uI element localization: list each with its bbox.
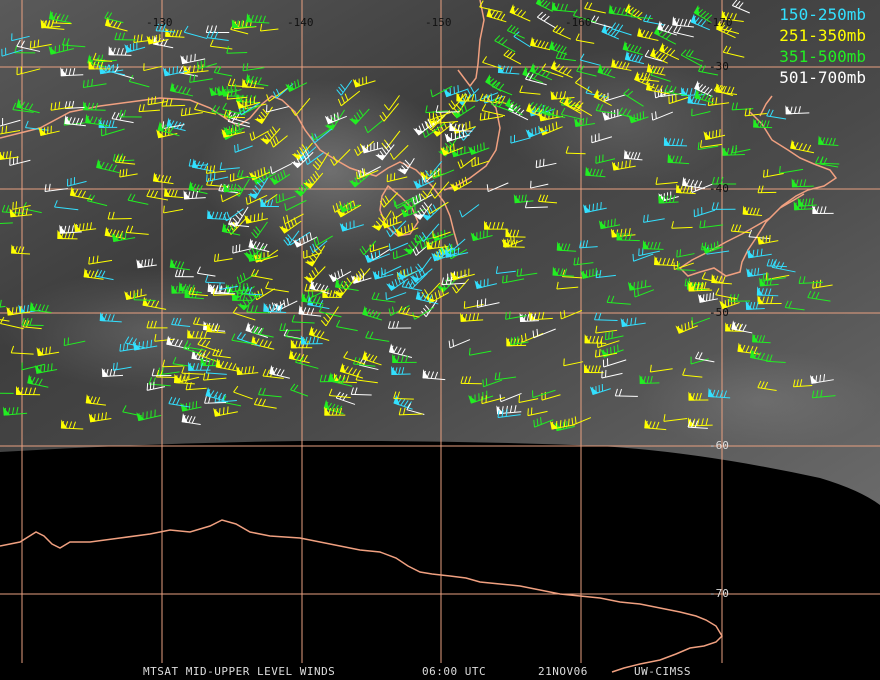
lon-label: -140: [287, 16, 314, 29]
footer-caption: MTSAT MID-UPPER LEVEL WINDS 06:00 UTC 21…: [0, 663, 880, 680]
product-time: 06:00 UTC: [422, 665, 487, 678]
lat-label: -70: [709, 587, 729, 600]
lat-label: -40: [709, 182, 729, 195]
satellite-wind-map: -130 -140 -150 -160 -170 -30 -40 -50 -60…: [0, 0, 880, 680]
lon-label: -160: [565, 16, 592, 29]
lat-label: -60: [709, 439, 729, 452]
pressure-legend: 150-250mb 251-350mb 351-500mb 501-700mb: [779, 4, 866, 88]
coastline-antarctica: [0, 519, 723, 673]
legend-item-351-500: 351-500mb: [779, 47, 866, 66]
product-name: MTSAT MID-UPPER LEVEL WINDS: [143, 665, 336, 678]
lon-label: -150: [425, 16, 452, 29]
legend-item-501-700: 501-700mb: [779, 68, 866, 87]
lat-label: -30: [709, 60, 729, 73]
legend-item-150-250: 150-250mb: [779, 5, 866, 24]
lon-label: -130: [146, 16, 173, 29]
product-date: 21NOV06: [538, 665, 588, 678]
legend-item-251-350: 251-350mb: [779, 26, 866, 45]
lon-label: -170: [706, 16, 733, 29]
product-source: UW-CIMSS: [634, 665, 691, 678]
cloud-band: [640, 350, 880, 450]
map-canvas: -130 -140 -150 -160 -170 -30 -40 -50 -60…: [0, 0, 880, 673]
lat-label: -50: [709, 306, 729, 319]
